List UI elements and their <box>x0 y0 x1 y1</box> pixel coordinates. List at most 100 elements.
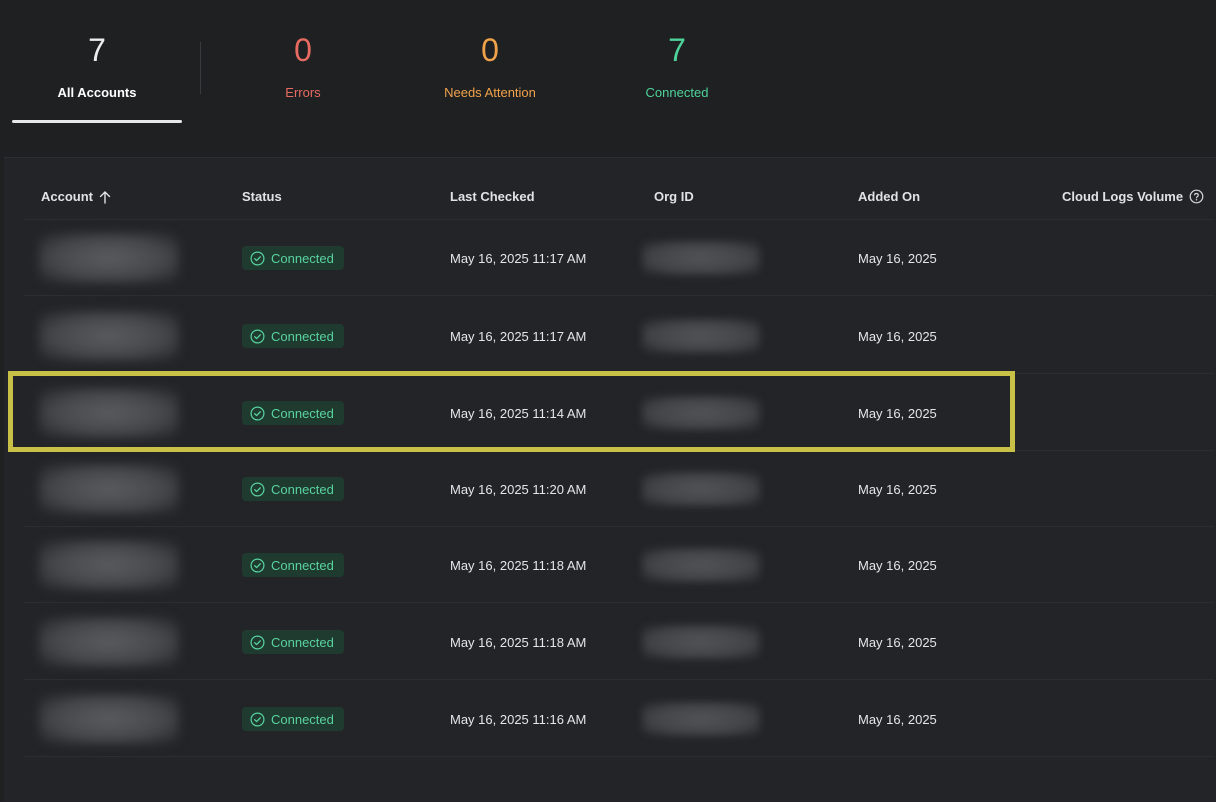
last-checked-cell: May 16, 2025 11:18 AM <box>450 604 586 680</box>
tab-needs-attention[interactable]: 0 Needs Attention <box>400 30 580 102</box>
added-on-cell: May 16, 2025 <box>858 604 937 680</box>
table-row[interactable]: Connected May 16, 2025 11:17 AM May 16, … <box>24 298 1214 374</box>
question-circle-icon[interactable] <box>1189 189 1204 204</box>
last-checked-cell: May 16, 2025 11:14 AM <box>450 375 586 451</box>
status-column-header[interactable]: Status <box>242 189 282 204</box>
added-on-cell: May 16, 2025 <box>858 220 937 296</box>
added-on-value: May 16, 2025 <box>858 634 937 650</box>
status-badge: Connected <box>242 324 344 348</box>
summary-tabs: 7 All Accounts 0 Errors 0 Needs Attentio… <box>0 0 1216 150</box>
cloud-logs-volume-column-header[interactable]: Cloud Logs Volume <box>1062 189 1204 204</box>
status-label: Connected <box>271 250 334 266</box>
redacted-org-id-blur <box>642 548 760 582</box>
redacted-account-blur <box>39 464 179 514</box>
active-tab-indicator <box>12 120 182 123</box>
redacted-account-blur <box>39 311 179 361</box>
table-row[interactable]: Connected May 16, 2025 11:18 AM May 16, … <box>24 604 1214 680</box>
accounts-table: Account Status Last Checked Org ID Added… <box>4 157 1216 802</box>
last-checked-value: May 16, 2025 11:16 AM <box>450 711 587 727</box>
connected-count: 7 <box>668 32 686 68</box>
last-checked-value: May 16, 2025 11:17 AM <box>450 250 587 266</box>
status-cell: Connected <box>242 681 344 757</box>
last-checked-cell: May 16, 2025 11:17 AM <box>450 220 586 296</box>
last-checked-column-header[interactable]: Last Checked <box>450 189 535 204</box>
status-label: Connected <box>271 634 334 650</box>
needs-attention-count: 0 <box>481 32 499 68</box>
redacted-org-id-blur <box>642 396 760 430</box>
status-badge: Connected <box>242 553 344 577</box>
added-on-value: May 16, 2025 <box>858 328 937 344</box>
table-row[interactable]: Connected May 16, 2025 11:18 AM May 16, … <box>24 527 1214 603</box>
check-circle-icon <box>250 250 265 266</box>
added-on-column-header[interactable]: Added On <box>858 189 920 204</box>
accounts-page: 7 All Accounts 0 Errors 0 Needs Attentio… <box>0 0 1216 802</box>
added-on-value: May 16, 2025 <box>858 250 937 266</box>
last-checked-cell: May 16, 2025 11:18 AM <box>450 527 586 603</box>
status-header-label: Status <box>242 189 282 204</box>
errors-label: Errors <box>285 85 321 100</box>
last-checked-value: May 16, 2025 11:17 AM <box>450 328 587 344</box>
check-circle-icon <box>250 557 265 573</box>
cloud-logs-volume-header-label: Cloud Logs Volume <box>1062 189 1184 204</box>
last-checked-value: May 16, 2025 11:20 AM <box>450 481 587 497</box>
status-label: Connected <box>271 481 334 497</box>
status-label: Connected <box>271 328 334 344</box>
last-checked-header-label: Last Checked <box>450 189 535 204</box>
redacted-org-id-blur <box>642 702 760 736</box>
check-circle-icon <box>250 634 265 650</box>
added-on-cell: May 16, 2025 <box>858 527 937 603</box>
status-cell: Connected <box>242 375 344 451</box>
org-id-column-header[interactable]: Org ID <box>654 189 694 204</box>
redacted-account-blur <box>39 617 179 667</box>
status-label: Connected <box>271 711 334 727</box>
status-badge: Connected <box>242 630 344 654</box>
tab-divider <box>200 42 201 94</box>
org-id-header-label: Org ID <box>654 189 694 204</box>
arrow-up-icon[interactable] <box>99 190 111 204</box>
account-column-header[interactable]: Account <box>41 189 111 204</box>
check-circle-icon <box>250 328 265 344</box>
status-badge: Connected <box>242 401 344 425</box>
account-header-label: Account <box>41 189 93 204</box>
check-circle-icon <box>250 711 265 727</box>
last-checked-cell: May 16, 2025 11:16 AM <box>450 681 586 757</box>
table-row[interactable]: Connected May 16, 2025 11:16 AM May 16, … <box>24 681 1214 757</box>
errors-count: 0 <box>294 32 312 68</box>
tab-connected[interactable]: 7 Connected <box>587 30 767 102</box>
table-header: Account Status Last Checked Org ID Added… <box>24 158 1214 220</box>
all-accounts-label: All Accounts <box>57 85 137 100</box>
status-label: Connected <box>271 405 334 421</box>
status-cell: Connected <box>242 451 344 527</box>
needs-attention-label: Needs Attention <box>444 85 536 100</box>
all-accounts-count: 7 <box>88 32 106 68</box>
redacted-org-id-blur <box>642 319 760 353</box>
table-row[interactable]: Connected May 16, 2025 11:17 AM May 16, … <box>24 220 1214 296</box>
connected-label: Connected <box>645 85 709 100</box>
redacted-account-blur <box>39 388 179 438</box>
redacted-account-blur <box>39 233 179 283</box>
status-label: Connected <box>271 557 334 573</box>
added-on-header-label: Added On <box>858 189 921 204</box>
tab-errors[interactable]: 0 Errors <box>213 30 393 102</box>
status-badge: Connected <box>242 477 344 501</box>
table-row[interactable]: Connected May 16, 2025 11:14 AM May 16, … <box>24 375 1214 451</box>
status-cell: Connected <box>242 604 344 680</box>
last-checked-cell: May 16, 2025 11:20 AM <box>450 451 586 527</box>
redacted-org-id-blur <box>642 625 760 659</box>
status-cell: Connected <box>242 527 344 603</box>
check-circle-icon <box>250 405 265 421</box>
redacted-account-blur <box>39 694 179 744</box>
added-on-cell: May 16, 2025 <box>858 681 937 757</box>
last-checked-value: May 16, 2025 11:14 AM <box>450 405 587 421</box>
redacted-org-id-blur <box>642 472 760 506</box>
added-on-cell: May 16, 2025 <box>858 451 937 527</box>
added-on-cell: May 16, 2025 <box>858 375 937 451</box>
added-on-value: May 16, 2025 <box>858 557 937 573</box>
tab-all-accounts[interactable]: 7 All Accounts <box>7 30 187 102</box>
status-badge: Connected <box>242 246 344 270</box>
added-on-value: May 16, 2025 <box>858 711 937 727</box>
table-row[interactable]: Connected May 16, 2025 11:20 AM May 16, … <box>24 451 1214 527</box>
last-checked-value: May 16, 2025 11:18 AM <box>450 634 587 650</box>
last-checked-cell: May 16, 2025 11:17 AM <box>450 298 586 374</box>
added-on-value: May 16, 2025 <box>858 405 937 421</box>
